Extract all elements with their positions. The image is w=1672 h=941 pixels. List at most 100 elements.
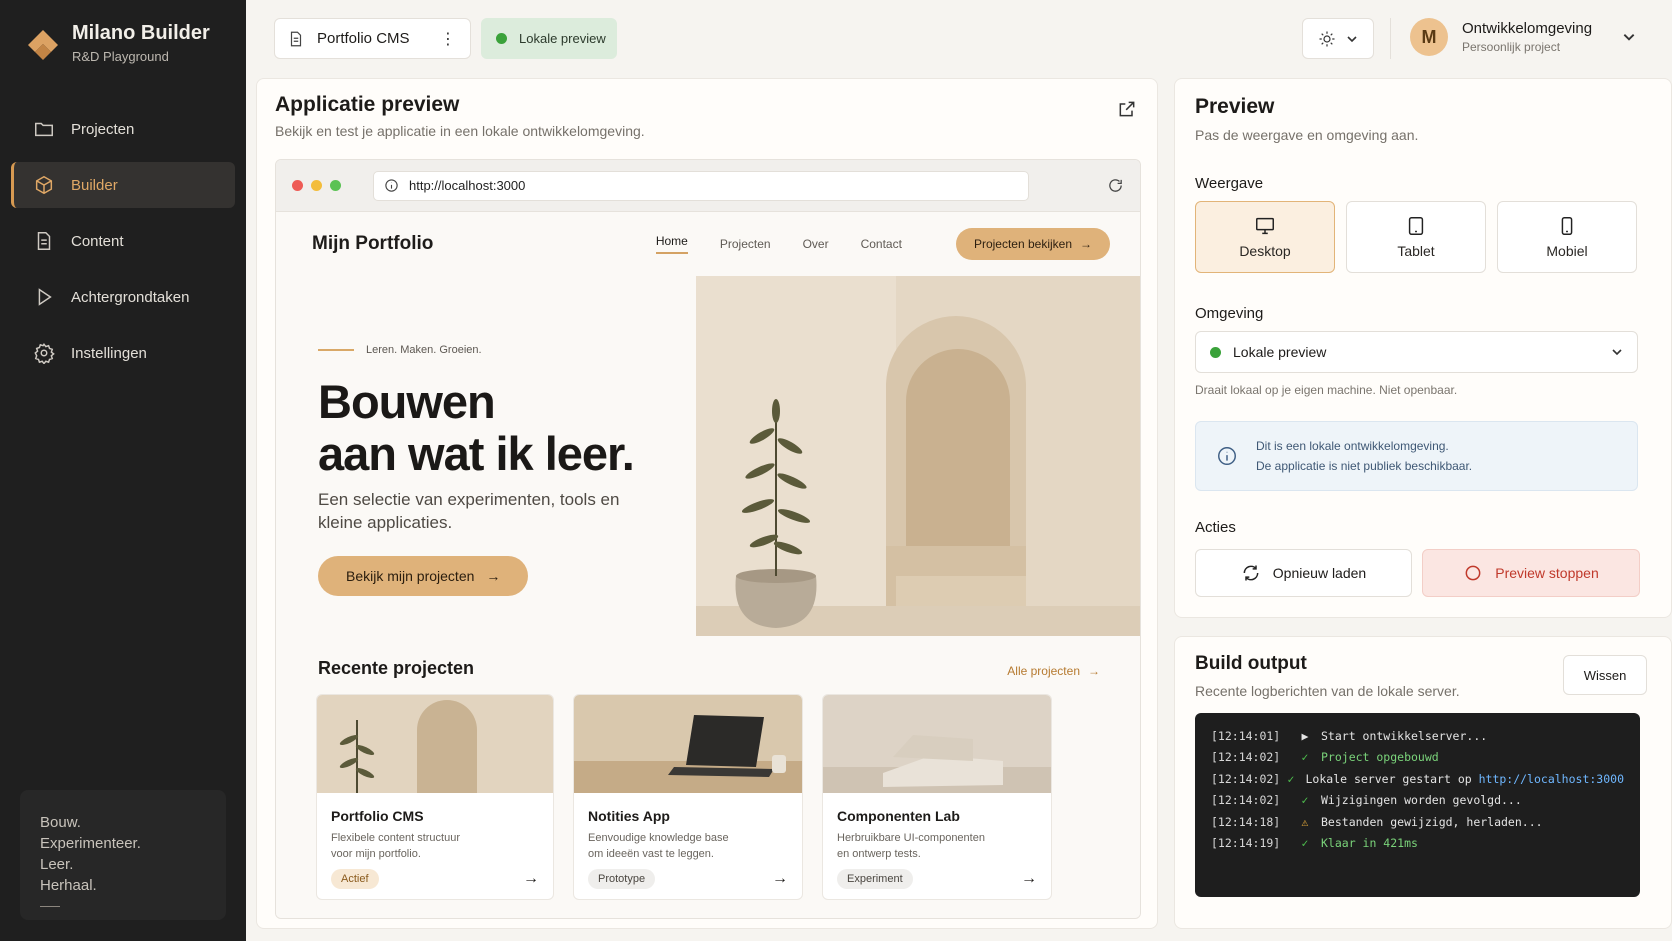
site-logo[interactable]: Mijn Portfolio — [312, 233, 433, 255]
check-icon: ✓ — [1301, 793, 1309, 808]
info-icon — [385, 179, 398, 192]
eyebrow-line — [318, 349, 354, 351]
more-vertical-icon[interactable]: ⋮ — [440, 29, 456, 49]
projecten-bekijken-button[interactable]: Projecten bekijken → — [955, 228, 1110, 260]
build-output-title: Build output — [1195, 653, 1307, 674]
view-tablet-button[interactable]: Tablet — [1346, 201, 1486, 273]
project-card-notities-app[interactable]: Notities App Eenvoudige knowledge base o… — [573, 694, 803, 900]
sidebar: Milano Builder R&D Playground Projecten … — [0, 0, 246, 941]
check-icon: ✓ — [1301, 750, 1309, 765]
tablet-icon — [1408, 217, 1424, 235]
arrow-right-icon[interactable]: → — [772, 870, 788, 888]
browser-toolbar: http://localhost:3000 — [276, 160, 1140, 212]
project-card-portfolio-cms[interactable]: Portfolio CMS Flexibele content structuu… — [316, 694, 554, 900]
project-selector[interactable]: Portfolio CMS ⋮ — [274, 18, 471, 59]
project-desc-line-2: en ontwerp tests. — [837, 848, 921, 860]
project-card-componenten-lab[interactable]: Componenten Lab Herbruikbare UI-componen… — [822, 694, 1052, 900]
gear-icon — [34, 343, 55, 364]
external-link-icon[interactable] — [1117, 99, 1137, 119]
app-preview-subtitle: Bekijk en test je applicatie in een loka… — [275, 123, 645, 139]
hero-subtitle: Een selectie van experimenten, tools en … — [318, 490, 620, 532]
eyebrow-text: Leren. Maken. Groeien. — [366, 344, 482, 356]
url-text: http://localhost:3000 — [409, 178, 526, 193]
sun-icon — [1319, 31, 1335, 46]
project-description: Herbruikbare UI-componenten en ontwerp t… — [837, 830, 1037, 862]
reload-label: Opnieuw laden — [1272, 565, 1367, 581]
hero-title-line-2: aan wat ik leer. — [318, 427, 635, 480]
view-tablet-label: Tablet — [1397, 243, 1435, 259]
browser-frame: http://localhost:3000 Mijn Portfolio Hom… — [275, 159, 1141, 919]
site-nav-home[interactable]: Home — [655, 234, 688, 254]
close-dot-icon[interactable] — [292, 180, 303, 191]
log-url-link[interactable]: http://localhost:3000 — [1479, 772, 1624, 786]
alle-projecten-link[interactable]: Alle projecten → — [1007, 664, 1100, 678]
environment-select[interactable]: Lokale preview — [1195, 331, 1638, 373]
environment-note: Draait lokaal op je eigen machine. Niet … — [1195, 383, 1458, 397]
log-timestamp: [12:14:18] — [1211, 814, 1281, 829]
project-tag: Prototype — [588, 869, 656, 889]
user-menu[interactable]: M Ontwikkelomgeving Persoonlijk project — [1410, 18, 1636, 56]
brand[interactable]: Milano Builder R&D Playground — [26, 22, 210, 64]
reload-button[interactable]: Opnieuw laden — [1195, 549, 1412, 597]
view-mobiel-button[interactable]: Mobiel — [1497, 201, 1637, 273]
log-message: Lokale server gestart op — [1305, 771, 1479, 786]
project-name: Notities App — [588, 808, 670, 824]
site-nav-over[interactable]: Over — [803, 237, 829, 251]
info-notice: Dit is een lokale ontwikkelomgeving. De … — [1195, 421, 1638, 491]
mobile-icon — [1561, 217, 1573, 235]
project-name: Componenten Lab — [837, 808, 960, 824]
sidebar-item-instellingen[interactable]: Instellingen — [11, 330, 235, 376]
hero-title: Bouwen aan wat ik leer. — [318, 376, 738, 480]
project-desc-line-1: Herbruikbare UI-componenten — [837, 832, 985, 844]
info-icon — [1218, 447, 1236, 465]
site-nav-projecten[interactable]: Projecten — [720, 237, 771, 251]
minimize-dot-icon[interactable] — [311, 180, 322, 191]
info-line-2: De applicatie is niet publiek beschikbaa… — [1256, 459, 1473, 473]
view-desktop-button[interactable]: Desktop — [1195, 201, 1335, 273]
preview-title: Preview — [1195, 95, 1275, 118]
log-line: [12:14:02] ✓ Lokale server gestart op ht… — [1211, 768, 1624, 790]
log-timestamp: [12:14:02] — [1211, 793, 1281, 808]
arrow-right-icon[interactable]: → — [523, 870, 539, 888]
url-bar[interactable]: http://localhost:3000 — [373, 170, 1029, 201]
chevron-down-icon — [1612, 349, 1622, 356]
build-output-card: Build output Recente logberichten van de… — [1174, 636, 1672, 929]
theme-toggle-button[interactable] — [1302, 18, 1374, 59]
clear-log-button[interactable]: Wissen — [1563, 655, 1647, 695]
check-icon: ✓ — [1301, 836, 1309, 851]
reload-icon[interactable] — [1107, 177, 1124, 194]
motto-line-1: Bouw. — [40, 814, 81, 831]
hero-title-line-1: Bouwen — [318, 375, 496, 428]
sidebar-item-projecten[interactable]: Projecten — [11, 106, 235, 152]
desktop-icon — [1256, 217, 1274, 235]
brand-title: Milano Builder — [72, 22, 210, 44]
sidebar-item-content[interactable]: Content — [11, 218, 235, 264]
recent-projects-section: Recente projecten Alle projecten → Portf… — [276, 636, 1140, 918]
refresh-icon — [1243, 565, 1259, 581]
log-timestamp: [12:14:02] — [1211, 771, 1281, 786]
bekijk-projecten-button[interactable]: Bekijk mijn projecten → — [318, 556, 529, 596]
log-message: Wijzigingen worden gevolgd... — [1321, 793, 1522, 808]
sidebar-item-achtergrondtaken[interactable]: Achtergrondtaken — [11, 274, 235, 320]
sidebar-item-label: Instellingen — [71, 344, 147, 362]
site-cta-label: Projecten bekijken — [973, 237, 1072, 251]
project-tag: Experiment — [837, 869, 913, 889]
project-desc-line-1: Flexibele content structuur — [331, 832, 461, 844]
hero-section: Leren. Maken. Groeien. Bouwen aan wat ik… — [276, 276, 1140, 636]
site-nav-contact[interactable]: Contact — [861, 237, 902, 251]
log-message: Klaar in 421ms — [1321, 836, 1418, 851]
user-subtitle: Persoonlijk project — [1462, 40, 1561, 54]
environment-value: Lokale preview — [1233, 344, 1327, 360]
arrow-right-icon: → — [1088, 664, 1100, 678]
arrow-right-icon: → — [1080, 237, 1092, 251]
log-line: [12:14:02] ✓ Wijzigingen worden gevolgd.… — [1211, 790, 1624, 812]
stop-preview-button[interactable]: Preview stoppen — [1422, 549, 1640, 597]
arrow-right-icon[interactable]: → — [1021, 870, 1037, 888]
status-dot-icon — [496, 33, 507, 44]
log-message: Start ontwikkelserver... — [1321, 728, 1488, 743]
alle-projecten-label: Alle projecten — [1007, 664, 1080, 678]
sidebar-item-builder[interactable]: Builder — [11, 162, 235, 208]
maximize-dot-icon[interactable] — [330, 180, 341, 191]
weergave-label: Weergave — [1195, 175, 1264, 192]
build-console: [12:14:01] ▶ Start ontwikkelserver... [1… — [1195, 713, 1640, 897]
